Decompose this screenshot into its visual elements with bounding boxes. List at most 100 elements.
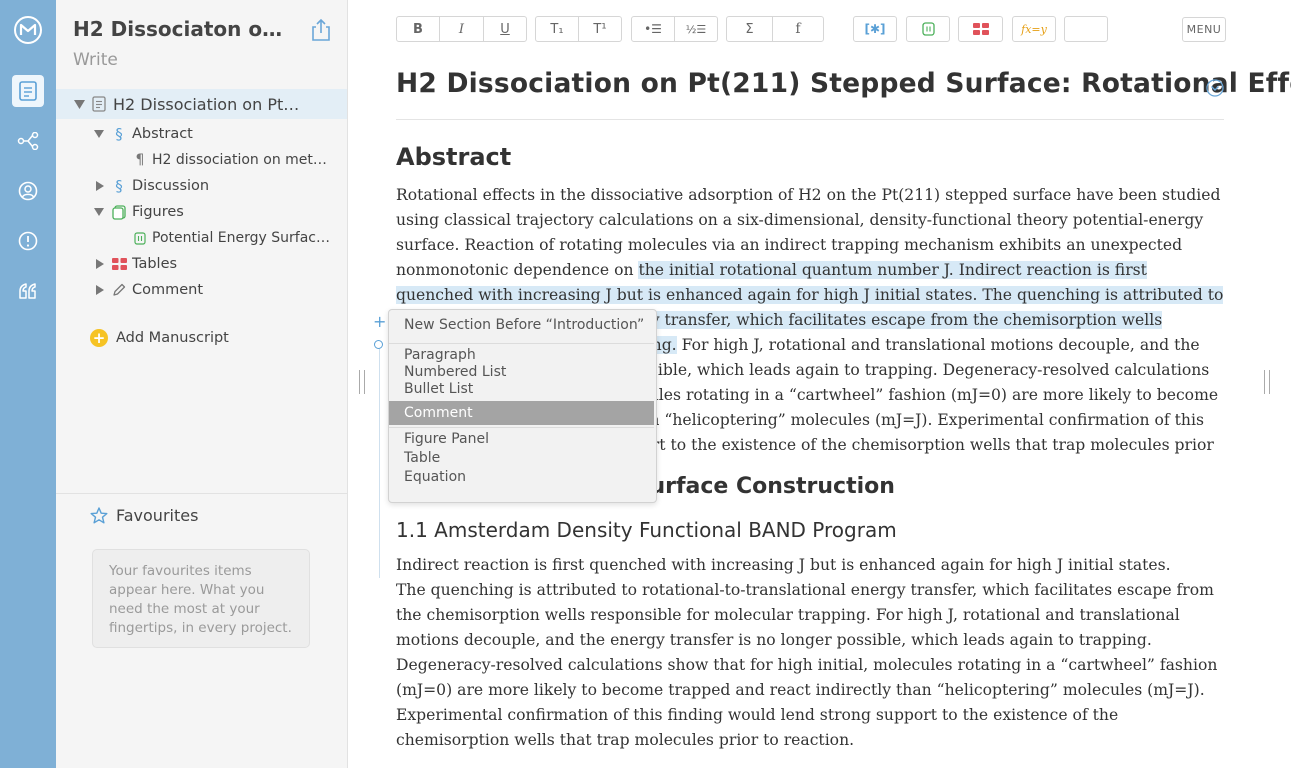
project-title[interactable]: H2 Dissociaton on Pt(211) Stepped Surfac…: [73, 17, 295, 41]
sidebar-resize-handle[interactable]: [359, 370, 365, 394]
quote-icon[interactable]: [12, 275, 44, 307]
bullet-list-button[interactable]: •☰: [632, 17, 675, 41]
body-line: Indirect reaction is first quenched with…: [396, 556, 1171, 574]
menu-separator: [389, 427, 654, 428]
section-gutter-line: [379, 348, 380, 578]
subscript-button[interactable]: T₁: [536, 17, 579, 41]
figure-icon: [132, 230, 148, 246]
user-icon[interactable]: [12, 175, 44, 207]
insert-context-menu: New Section Before “Introduction” Paragr…: [388, 309, 657, 503]
share-icon[interactable]: [310, 18, 332, 42]
favourites-title: Favourites: [116, 506, 199, 525]
body-paragraph[interactable]: Indirect reaction is first quenched with…: [396, 553, 1226, 753]
subsection-heading-band[interactable]: 1.1 Amsterdam Density Functional BAND Pr…: [396, 518, 897, 542]
tree-item-figure[interactable]: Potential Energy Surface Contour Plot: [56, 225, 347, 251]
caret-right-icon[interactable]: [94, 284, 106, 296]
menu-item-comment[interactable]: Comment: [389, 401, 654, 425]
extra-tool-button[interactable]: [1065, 17, 1107, 41]
caret-right-icon[interactable]: [94, 180, 106, 192]
tree-item-figures[interactable]: Figures: [56, 199, 347, 225]
manuscript-title[interactable]: H2 Dissociation on Pt(211) Stepped Surfa…: [396, 68, 1291, 99]
equation-group: fx=y: [1012, 16, 1056, 42]
figure-icon: [921, 22, 935, 36]
body-line: The quenching is attributed to rotationa…: [396, 581, 1214, 649]
script-group: T₁ T¹: [535, 16, 622, 42]
section-icon: §: [115, 125, 123, 143]
favourites-empty-state: Your favourites items appear here. What …: [92, 549, 310, 648]
insertion-point-icon[interactable]: [374, 340, 383, 349]
figures-icon: [111, 204, 127, 220]
chevron-down-icon[interactable]: [1206, 79, 1224, 97]
superscript-button[interactable]: T¹: [579, 17, 621, 41]
tree-item-label: Figures: [132, 204, 184, 220]
tree-item-tables[interactable]: Tables: [56, 251, 347, 277]
numbered-list-button[interactable]: ½☰: [675, 17, 717, 41]
menu-item-paragraph[interactable]: Paragraph: [389, 347, 654, 363]
workflow-icon[interactable]: [12, 125, 44, 157]
body-line: Degeneracy-resolved calculations show th…: [396, 656, 1218, 749]
pencil-icon: [111, 282, 127, 298]
caret-down-icon[interactable]: [73, 98, 85, 110]
inspector-resize-handle[interactable]: [1264, 370, 1270, 394]
insert-figure-button[interactable]: [907, 17, 949, 41]
manuscript-icon[interactable]: [12, 75, 44, 107]
menu-item-equation[interactable]: Equation: [389, 469, 654, 485]
menu-item-figure-panel[interactable]: Figure Panel: [389, 431, 654, 447]
insert-equation-button[interactable]: fx=y: [1013, 17, 1055, 41]
figure-group: [906, 16, 950, 42]
text-style-group: B I U: [396, 16, 527, 42]
tree-item-discussion[interactable]: § Discussion: [56, 173, 347, 199]
insert-table-button[interactable]: [959, 17, 1002, 41]
add-manuscript-button[interactable]: + Add Manuscript: [90, 329, 229, 347]
function-button[interactable]: f: [773, 17, 823, 41]
paragraph-icon: ¶: [135, 152, 145, 168]
menu-item-new-section[interactable]: New Section Before “Introduction”: [389, 317, 654, 333]
info-icon[interactable]: [12, 225, 44, 257]
table-icon: [972, 23, 989, 35]
menu-item-numbered-list[interactable]: Numbered List: [389, 364, 654, 380]
table-group: [958, 16, 1003, 42]
italic-button[interactable]: I: [440, 17, 484, 41]
plus-icon: +: [90, 329, 108, 347]
section-heading-abstract[interactable]: Abstract: [396, 143, 511, 171]
caret-down-icon[interactable]: [93, 128, 105, 140]
star-icon: [90, 507, 108, 524]
project-mode: Write: [73, 50, 118, 70]
favourites-header[interactable]: Favourites: [90, 506, 198, 525]
insert-math-group: Σ f: [726, 16, 824, 42]
list-group: •☰ ½☰: [631, 16, 718, 42]
citation-group: [✱]: [853, 16, 897, 42]
menu-button[interactable]: MENU: [1182, 17, 1226, 42]
caret-down-icon[interactable]: [93, 206, 105, 218]
tree-item-label: H2 Dissociation on Pt(211) Stepped Surfa…: [113, 94, 305, 114]
tree-item-manuscript[interactable]: H2 Dissociation on Pt(211) Stepped Surfa…: [56, 89, 347, 119]
tree-item-label: Discussion: [132, 178, 210, 194]
tree-item-label: Potential Energy Surface Contour Plot: [152, 230, 334, 246]
tree-item-label: H2 dissociation on metallic surfaces is …: [152, 152, 335, 168]
tree-item-abstract[interactable]: § Abstract: [56, 121, 347, 147]
citation-button[interactable]: [✱]: [854, 17, 896, 41]
caret-right-icon[interactable]: [94, 258, 106, 270]
divider: [56, 493, 347, 494]
empty-tool-group: [1064, 16, 1108, 42]
tree-item-comment[interactable]: Comment: [56, 277, 347, 303]
app-rail: [0, 0, 56, 768]
divider: [396, 119, 1224, 120]
underline-button[interactable]: U: [484, 17, 526, 41]
document-icon: [91, 96, 107, 112]
symbol-button[interactable]: Σ: [727, 17, 773, 41]
tree-item-label: Tables: [132, 256, 178, 272]
menu-separator: [389, 343, 654, 344]
insert-plus-icon[interactable]: +: [373, 314, 386, 330]
tree-item-label: Abstract: [132, 126, 193, 142]
tree-item-paragraph[interactable]: ¶ H2 dissociation on metallic surfaces i…: [56, 147, 347, 173]
menu-item-table[interactable]: Table: [389, 450, 654, 466]
tree-item-label: Comment: [132, 282, 204, 298]
app-logo-icon[interactable]: [12, 14, 44, 46]
section-icon: §: [115, 177, 123, 195]
add-manuscript-label: Add Manuscript: [116, 330, 229, 346]
tables-icon: [111, 256, 127, 272]
project-sidebar: H2 Dissociaton on Pt(211) Stepped Surfac…: [56, 0, 348, 768]
bold-button[interactable]: B: [397, 17, 440, 41]
menu-item-bullet-list[interactable]: Bullet List: [389, 381, 654, 397]
